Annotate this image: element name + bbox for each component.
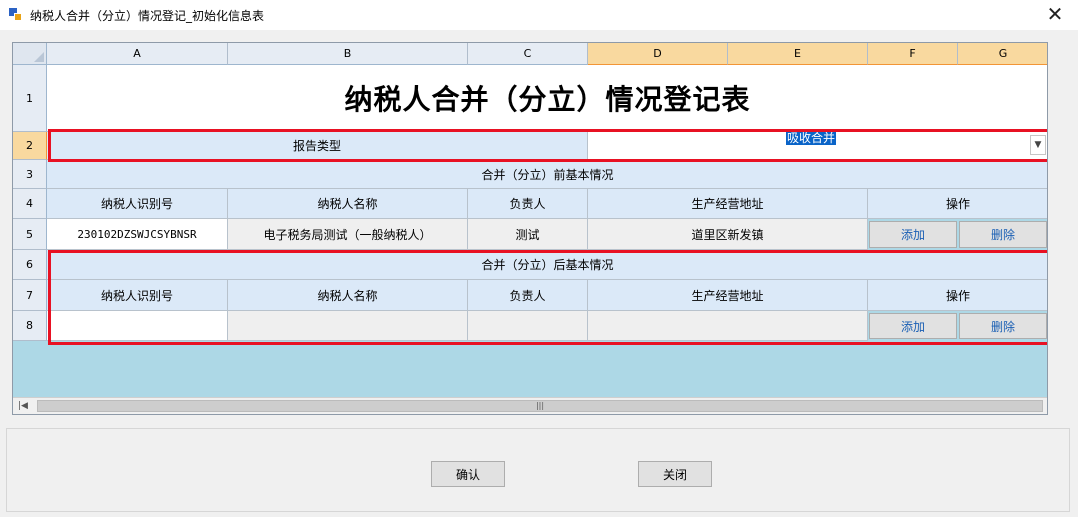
scroll-first-icon[interactable]: |◀ xyxy=(15,399,31,413)
before-header-person: 负责人 xyxy=(468,189,588,219)
after-header-person: 负责人 xyxy=(468,280,588,311)
column-header-e[interactable]: E xyxy=(728,43,868,65)
before-section-header: 合并（分立）前基本情况 xyxy=(47,160,1047,189)
column-header-b[interactable]: B xyxy=(228,43,468,65)
after-taxpayer-id-input[interactable] xyxy=(47,311,228,341)
window-title: 纳税人合并（分立）情况登记_初始化信息表 xyxy=(30,9,265,23)
column-header-d[interactable]: D xyxy=(588,43,728,65)
after-section-header: 合并（分立）后基本情况 xyxy=(47,250,1047,280)
before-address-cell[interactable]: 道里区新发镇 xyxy=(588,219,868,250)
row-header-4[interactable]: 4 xyxy=(13,189,47,219)
close-button[interactable]: 关闭 xyxy=(638,461,712,487)
select-all-corner[interactable] xyxy=(13,43,47,65)
row-header-7[interactable]: 7 xyxy=(13,280,47,311)
form-title: 纳税人合并（分立）情况登记表 xyxy=(344,83,751,116)
horizontal-scrollbar[interactable]: |◀ ||| xyxy=(13,397,1047,414)
spreadsheet[interactable]: A B C D E F G 1 2 3 4 5 6 7 8 纳税人合并（分立）情… xyxy=(12,42,1048,415)
column-header-c[interactable]: C xyxy=(468,43,588,65)
before-person-cell[interactable]: 测试 xyxy=(468,219,588,250)
row-header-5[interactable]: 5 xyxy=(13,219,47,250)
row-header-2[interactable]: 2 xyxy=(13,132,47,160)
title-bar: 纳税人合并（分立）情况登记_初始化信息表 ✕ xyxy=(0,0,1078,30)
after-header-address: 生产经营地址 xyxy=(588,280,868,311)
column-header-g[interactable]: G xyxy=(958,43,1047,65)
row-header-8[interactable]: 8 xyxy=(13,311,47,341)
chevron-down-icon[interactable]: ▼ xyxy=(1030,135,1046,155)
before-taxpayer-name-cell[interactable]: 电子税务局测试（一般纳税人） xyxy=(228,219,468,250)
row-header-3[interactable]: 3 xyxy=(13,160,47,189)
before-delete-button[interactable]: 删除 xyxy=(959,221,1047,248)
report-type-dropdown[interactable]: 吸收合并 ▼ xyxy=(588,131,1047,160)
after-address-cell[interactable] xyxy=(588,311,868,341)
after-header-operation: 操作 xyxy=(868,280,1047,311)
before-header-address: 生产经营地址 xyxy=(588,189,868,219)
row-header-6[interactable]: 6 xyxy=(13,250,47,280)
scrollbar-thumb[interactable]: ||| xyxy=(37,400,1043,412)
after-person-cell[interactable] xyxy=(468,311,588,341)
report-type-value: 吸收合并 xyxy=(786,131,837,145)
after-taxpayer-name-cell[interactable] xyxy=(228,311,468,341)
after-header-taxpayer-name: 纳税人名称 xyxy=(228,280,468,311)
after-delete-button[interactable]: 删除 xyxy=(959,313,1047,339)
app-icon xyxy=(9,8,22,21)
before-taxpayer-id-cell[interactable]: 230102DZSWJCSYBNSR xyxy=(47,219,228,250)
report-type-label: 报告类型 xyxy=(47,132,588,160)
before-header-taxpayer-id: 纳税人识别号 xyxy=(47,189,228,219)
after-header-taxpayer-id: 纳税人识别号 xyxy=(47,280,228,311)
after-add-button[interactable]: 添加 xyxy=(869,313,957,339)
column-header-a[interactable]: A xyxy=(47,43,228,65)
close-window-button[interactable]: ✕ xyxy=(1032,0,1078,30)
before-add-button[interactable]: 添加 xyxy=(869,221,957,248)
before-header-taxpayer-name: 纳税人名称 xyxy=(228,189,468,219)
column-header-f[interactable]: F xyxy=(868,43,958,65)
before-header-operation: 操作 xyxy=(868,189,1047,219)
form-title-cell[interactable]: 纳税人合并（分立）情况登记表 xyxy=(47,65,1047,132)
dialog-button-panel: 确认 关闭 xyxy=(6,428,1070,512)
confirm-button[interactable]: 确认 xyxy=(431,461,505,487)
row-header-1[interactable]: 1 xyxy=(13,65,47,132)
